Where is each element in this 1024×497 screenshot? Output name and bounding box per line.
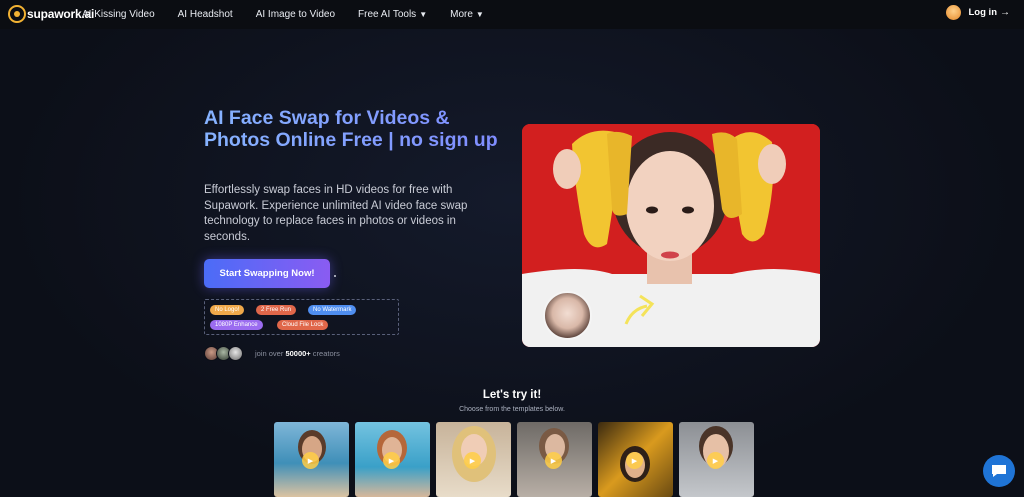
template-thumbnail[interactable]: ▶ [517,422,592,497]
play-icon: ▶ [626,452,643,469]
tag-no-watermark: No Watermark [308,305,357,315]
creators-social-proof: join over 50000+ creators [204,346,340,361]
creators-count: 50000+ [285,349,311,358]
user-avatar-icon[interactable] [945,5,961,20]
tag-1080p-enhance: 1080P Enhance [210,320,263,330]
templates-subtitle: Choose from the templates below. [459,406,565,413]
nav-link-ai-kissing-video[interactable]: AI Kissing Video [82,9,155,20]
template-thumbnail[interactable]: ▶ [274,422,349,497]
chat-icon [992,465,1006,477]
source-face-thumbnail [543,291,592,340]
play-icon: ▶ [545,452,562,469]
start-swapping-button[interactable]: Start Swapping Now! [204,259,330,288]
template-thumbnail[interactable]: ▶ [679,422,754,497]
top-nav: supawork.ai AI Kissing Video AI Headshot… [0,0,1024,29]
nav-link-more[interactable]: More ▼ [450,9,484,20]
nav-link-label: Free AI Tools [358,9,417,20]
nav-link-ai-headshot[interactable]: AI Headshot [178,9,233,20]
nav-link-label: AI Kissing Video [82,9,155,20]
template-thumbnail[interactable]: ▶ [436,422,511,497]
play-icon: ▶ [383,452,400,469]
nav-link-label: AI Headshot [177,9,233,20]
play-icon: ▶ [707,452,724,469]
templates-title: Let's try it! [482,389,542,401]
tag-no-logo: No Logo! [210,305,245,315]
arrow-right-icon: → [1000,7,1010,18]
creators-suffix: creators [312,349,340,358]
nav-link-ai-image-to-video[interactable]: AI Image to Video [256,9,335,20]
login-area: Log in → [945,5,1011,20]
login-button[interactable]: Log in → [969,7,1011,18]
tag-cloud-file-lock: Cloud File Lock [277,320,329,330]
play-icon: ▶ [464,452,481,469]
template-thumbnail[interactable]: ▶ [355,422,430,497]
logo-icon [8,5,26,23]
nav-links: AI Kissing Video AI Headshot AI Image to… [82,0,507,29]
creator-avatar [228,346,243,361]
creators-prefix: join over [255,349,284,358]
nav-link-free-ai-tools[interactable]: Free AI Tools ▼ [358,9,427,20]
tag-free-run: 2 Free Run [256,305,297,315]
creators-text: join over 50000+ creators [255,349,340,358]
nav-link-label: More [450,9,473,20]
chevron-down-icon: ▼ [419,10,428,19]
hero-title: AI Face Swap for Videos & Photos Online … [204,107,504,151]
hero-description: Effortlessly swap faces in HD videos for… [204,184,468,243]
play-icon: ▶ [302,452,319,469]
template-thumbnail[interactable]: ▶ [598,422,673,497]
chevron-down-icon: ▼ [475,10,484,19]
login-label: Log in [968,7,998,18]
chat-support-button[interactable] [983,455,1015,487]
decor-dot [334,275,336,277]
feature-tags: No Logo! 2 Free Run No Watermark 1080P E… [204,299,399,335]
nav-link-label: AI Image to Video [255,9,335,20]
template-thumbnails: ▶ ▶ ▶ ▶ ▶ ▶ [274,422,760,497]
